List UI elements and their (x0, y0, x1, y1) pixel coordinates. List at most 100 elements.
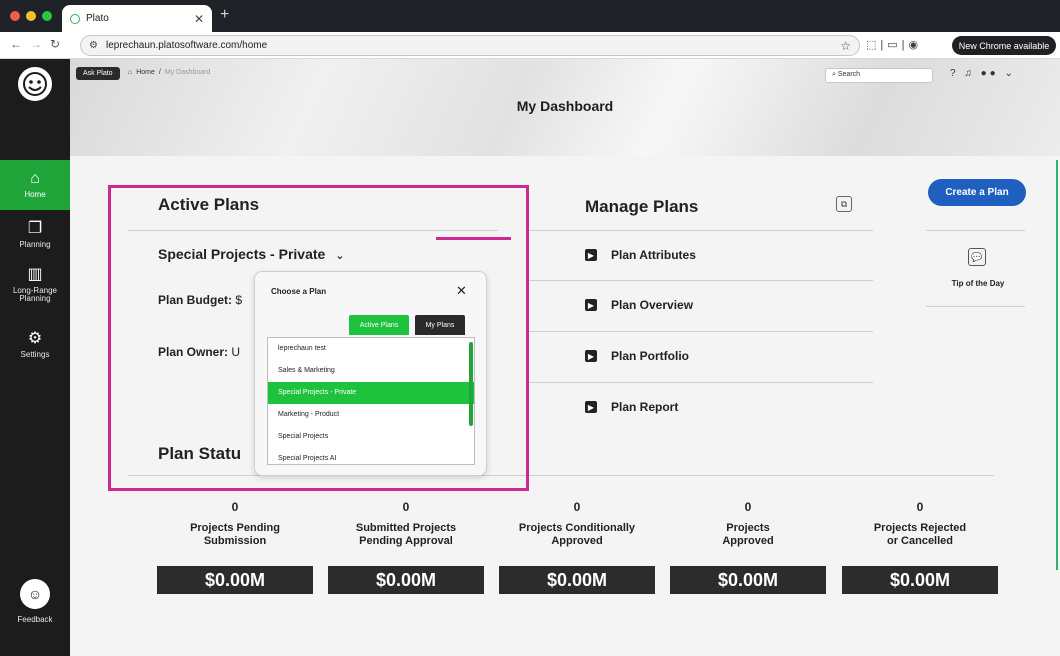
status-count: 0 (402, 500, 410, 514)
help-icon[interactable]: ? (950, 68, 959, 79)
back-icon[interactable]: ← (10, 37, 22, 51)
sidebar-item-label: Home (24, 189, 46, 199)
divider (528, 382, 873, 383)
sidebar-item-home[interactable]: ⌂ Home (0, 160, 70, 210)
status-label-line2: Pending Approval (359, 535, 453, 548)
status-label: Projects Rejected or Cancelled (842, 522, 998, 550)
list-item[interactable]: Marketing - Product (268, 404, 474, 426)
plan-portfolio-link[interactable]: ▶ Plan Portfolio (585, 349, 689, 363)
list-item[interactable]: Special Projects AI (268, 448, 474, 464)
site-info-icon[interactable]: ⚙ (89, 40, 98, 51)
sidebar-item-label: Planning (19, 239, 51, 249)
search-placeholder: Search (837, 71, 861, 78)
breadcrumb-home[interactable]: Home (136, 69, 155, 76)
plan-report-link[interactable]: ▶ Plan Report (585, 400, 678, 414)
search-input[interactable]: ⌕ Search (825, 68, 933, 83)
popup-title: Choose a Plan (271, 287, 327, 296)
plato-logo-icon[interactable] (18, 67, 52, 101)
tab-my-plans[interactable]: My Plans (415, 315, 465, 335)
status-column-submitted: 0 Submitted Projects Pending Approval $0.… (328, 500, 484, 594)
plan-list[interactable]: leprechaun test Sales & Marketing Specia… (267, 337, 475, 465)
address-bar[interactable]: ⚙ leprechaun.platosoftware.com/home ☆ (80, 35, 860, 56)
status-count: 0 (744, 500, 752, 514)
chevron-down-icon[interactable]: ⌄ (1005, 68, 1016, 79)
plan-attributes-label: Plan Attributes (611, 248, 696, 262)
status-label: Projects Conditionally Approved (499, 522, 655, 550)
window-zoom-dot[interactable] (42, 11, 52, 21)
browser-toolbar: ← → ↻ ⚙ leprechaun.platosoftware.com/hom… (0, 32, 1060, 59)
window-minimize-dot[interactable] (26, 11, 36, 21)
status-label-line1: Projects Rejected (873, 522, 967, 534)
status-amount: $0.00M (157, 566, 313, 594)
status-count: 0 (231, 500, 239, 514)
tip-of-the-day[interactable]: Tip of the Day (926, 279, 1030, 288)
tab-active-plans[interactable]: Active Plans (349, 315, 409, 335)
chrome-update-badge[interactable]: New Chrome available (952, 36, 1056, 55)
sidebar-item-label: Long-Range Planning (12, 285, 58, 303)
bookmark-star-icon[interactable]: ☆ (840, 39, 851, 53)
plan-attributes-link[interactable]: ▶ Plan Attributes (585, 248, 696, 262)
feedback-button[interactable]: ☺ Feedback (0, 579, 70, 624)
search-icon: ⌕ (832, 71, 836, 78)
list-item[interactable]: Special Projects (268, 426, 474, 448)
status-label-line2: Submission (203, 535, 267, 548)
gear-icon: ⚙ (27, 329, 43, 347)
extensions-icon[interactable]: ⬚|▭|◉ (866, 38, 922, 51)
copy-icon: ❐ (27, 219, 43, 237)
divider (528, 331, 873, 332)
choose-plan-popup: Choose a Plan ✕ Active Plans My Plans le… (254, 271, 487, 476)
open-external-icon[interactable]: ⧉ (836, 196, 852, 212)
reload-icon[interactable]: ↻ (50, 37, 60, 51)
app-sidebar: ⌂ Home ❐ Planning ▥ Long-Range Planning … (0, 59, 70, 656)
status-label-line2: Approved (551, 535, 603, 548)
page-header: Ask Plato ⌂ Home / My Dashboard ⌕ Search… (70, 59, 1060, 156)
list-item[interactable]: Sales & Marketing (268, 360, 474, 382)
close-icon[interactable]: ✕ (456, 283, 467, 299)
right-scroll-accent (1056, 160, 1058, 570)
breadcrumb-home-icon[interactable]: ⌂ (128, 69, 132, 76)
status-amount: $0.00M (670, 566, 826, 594)
sidebar-item-planning[interactable]: ❐ Planning (0, 210, 70, 260)
plan-report-label: Plan Report (611, 400, 679, 414)
arrow-right-icon: ▶ (585, 350, 597, 362)
status-column-approved: 0 Projects Approved $0.00M (670, 500, 826, 594)
arrow-right-icon: ▶ (585, 299, 597, 311)
list-item[interactable]: leprechaun test (268, 338, 474, 360)
status-label-line1: Submitted Projects (355, 522, 457, 534)
forward-icon[interactable]: → (30, 37, 42, 51)
plan-overview-link[interactable]: ▶ Plan Overview (585, 298, 693, 312)
list-scrollbar[interactable] (469, 342, 473, 426)
right-divider (926, 230, 1025, 231)
status-column-conditional: 0 Projects Conditionally Approved $0.00M (499, 500, 655, 594)
speech-bubble-icon[interactable]: 💬 (968, 248, 986, 266)
map-icon: ▥ (27, 265, 43, 283)
breadcrumb-current: My Dashboard (164, 69, 211, 76)
sidebar-item-long-range-planning[interactable]: ▥ Long-Range Planning (0, 260, 70, 310)
browser-tab[interactable]: Plato ✕ (62, 5, 212, 32)
tab-close-icon[interactable]: ✕ (194, 12, 204, 26)
page-title: My Dashboard (516, 98, 614, 114)
status-amount: $0.00M (328, 566, 484, 594)
status-label-line1: Projects Pending (190, 522, 280, 534)
status-count: 0 (916, 500, 924, 514)
new-tab-icon[interactable]: + (220, 6, 229, 24)
create-plan-button[interactable]: Create a Plan (928, 179, 1026, 206)
arrow-right-icon: ▶ (585, 249, 597, 261)
notification-bell-icon[interactable]: ♫ (964, 68, 975, 79)
sidebar-item-settings[interactable]: ⚙ Settings (0, 320, 70, 370)
window-close-dot[interactable] (10, 11, 20, 21)
avatar[interactable]: ●● (981, 68, 999, 79)
manage-plans-divider (528, 230, 873, 231)
chat-bubble-icon: ☺ (20, 579, 50, 609)
ask-plato-button[interactable]: Ask Plato (76, 67, 120, 80)
home-icon: ⌂ (30, 169, 40, 187)
arrow-right-icon: ▶ (585, 401, 597, 413)
browser-tabstrip: Plato ✕ + (0, 0, 1060, 32)
list-item-selected[interactable]: Special Projects - Private (268, 382, 474, 404)
breadcrumb-separator: / (158, 69, 161, 76)
plan-portfolio-label: Plan Portfolio (611, 349, 689, 363)
header-icons: ? ♫ ●● ⌄ (950, 68, 1016, 79)
status-count: 0 (573, 500, 581, 514)
status-label: Projects Approved (670, 522, 826, 550)
plan-overview-label: Plan Overview (611, 298, 694, 312)
